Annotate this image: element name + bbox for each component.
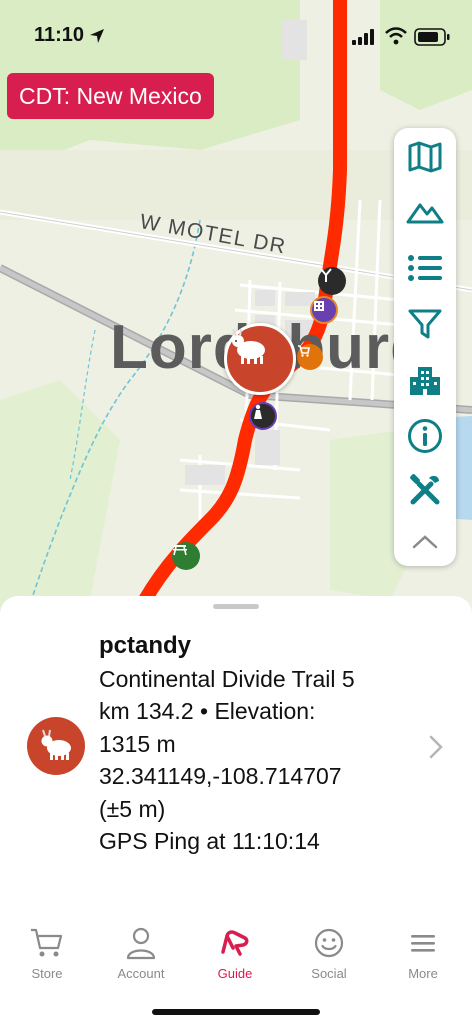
cart-icon: [31, 928, 63, 957]
junction-marker-icon[interactable]: [318, 267, 346, 295]
sheet-drag-handle[interactable]: [213, 604, 259, 609]
list-icon: [408, 255, 442, 281]
tab-label: Social: [311, 966, 347, 981]
collapse-toolbar-button[interactable]: [394, 522, 456, 562]
gps-accuracy: (±5 m): [99, 795, 166, 822]
cellular-signal-icon: [352, 29, 376, 50]
location-arrow-icon: [88, 27, 106, 50]
info-button[interactable]: [394, 412, 456, 460]
hiker-details: pctandy Continental Divide Trail 5 km 13…: [99, 630, 419, 858]
status-bar: 11:10: [0, 0, 472, 70]
home-indicator: [152, 1009, 320, 1015]
trail-name: Continental Divide Trail 5: [99, 665, 355, 692]
elevation-icon: [406, 203, 444, 224]
tools-button[interactable]: [394, 466, 456, 514]
menu-icon: [411, 935, 435, 952]
info-icon: [408, 419, 442, 453]
tab-bar: Store Account Guide Social More: [0, 924, 472, 1024]
km-elevation: km 134.2 • Elevation:: [99, 698, 316, 724]
tools-icon: [410, 474, 440, 505]
towns-button[interactable]: [394, 356, 456, 404]
tab-guide[interactable]: Guide: [188, 926, 282, 981]
status-time: 11:10: [34, 24, 85, 46]
filter-button[interactable]: [394, 300, 456, 348]
coordinates: 32.341149,-108.714707: [99, 763, 342, 789]
tab-account[interactable]: Account: [94, 926, 188, 981]
tab-label: Account: [117, 966, 165, 981]
tab-more[interactable]: More: [376, 926, 470, 981]
map-toolbar: [394, 128, 456, 566]
map-layers-button[interactable]: [394, 133, 456, 181]
chevron-right-icon[interactable]: [428, 734, 444, 765]
hiker-name: pctandy: [99, 632, 192, 659]
hiker-info-sheet[interactable]: pctandy Continental Divide Trail 5 km 13…: [0, 596, 472, 924]
guide-logo-icon: [221, 930, 249, 956]
battery-icon: [414, 28, 450, 51]
goat-icon: [41, 729, 71, 760]
town-icon: [410, 367, 440, 395]
elevation-value: 1315 m: [99, 730, 176, 757]
tab-label: Guide: [217, 966, 253, 981]
tab-label: Store: [31, 966, 63, 981]
store-marker-icon[interactable]: [297, 344, 323, 370]
map-icon: [408, 141, 442, 173]
filter-icon: [408, 309, 442, 339]
gps-ping-time: GPS Ping at 11:10:14: [99, 828, 320, 854]
smiley-icon: [314, 928, 344, 958]
wifi-icon: [384, 27, 408, 50]
chevron-up-icon: [412, 535, 438, 549]
lodging-marker-icon[interactable]: [310, 296, 338, 324]
region-badge[interactable]: CDT: New Mexico: [7, 73, 214, 119]
tab-store[interactable]: Store: [0, 926, 94, 981]
goat-icon: [232, 328, 265, 364]
list-button[interactable]: [394, 244, 456, 292]
tab-social[interactable]: Social: [282, 926, 376, 981]
elevation-button[interactable]: [394, 188, 456, 236]
tab-label: More: [408, 966, 438, 981]
user-location-marker[interactable]: [224, 323, 296, 395]
avatar: [27, 717, 85, 775]
person-icon: [126, 927, 156, 960]
picnic-marker-icon[interactable]: [172, 542, 200, 570]
restroom-marker-icon[interactable]: [249, 402, 277, 430]
